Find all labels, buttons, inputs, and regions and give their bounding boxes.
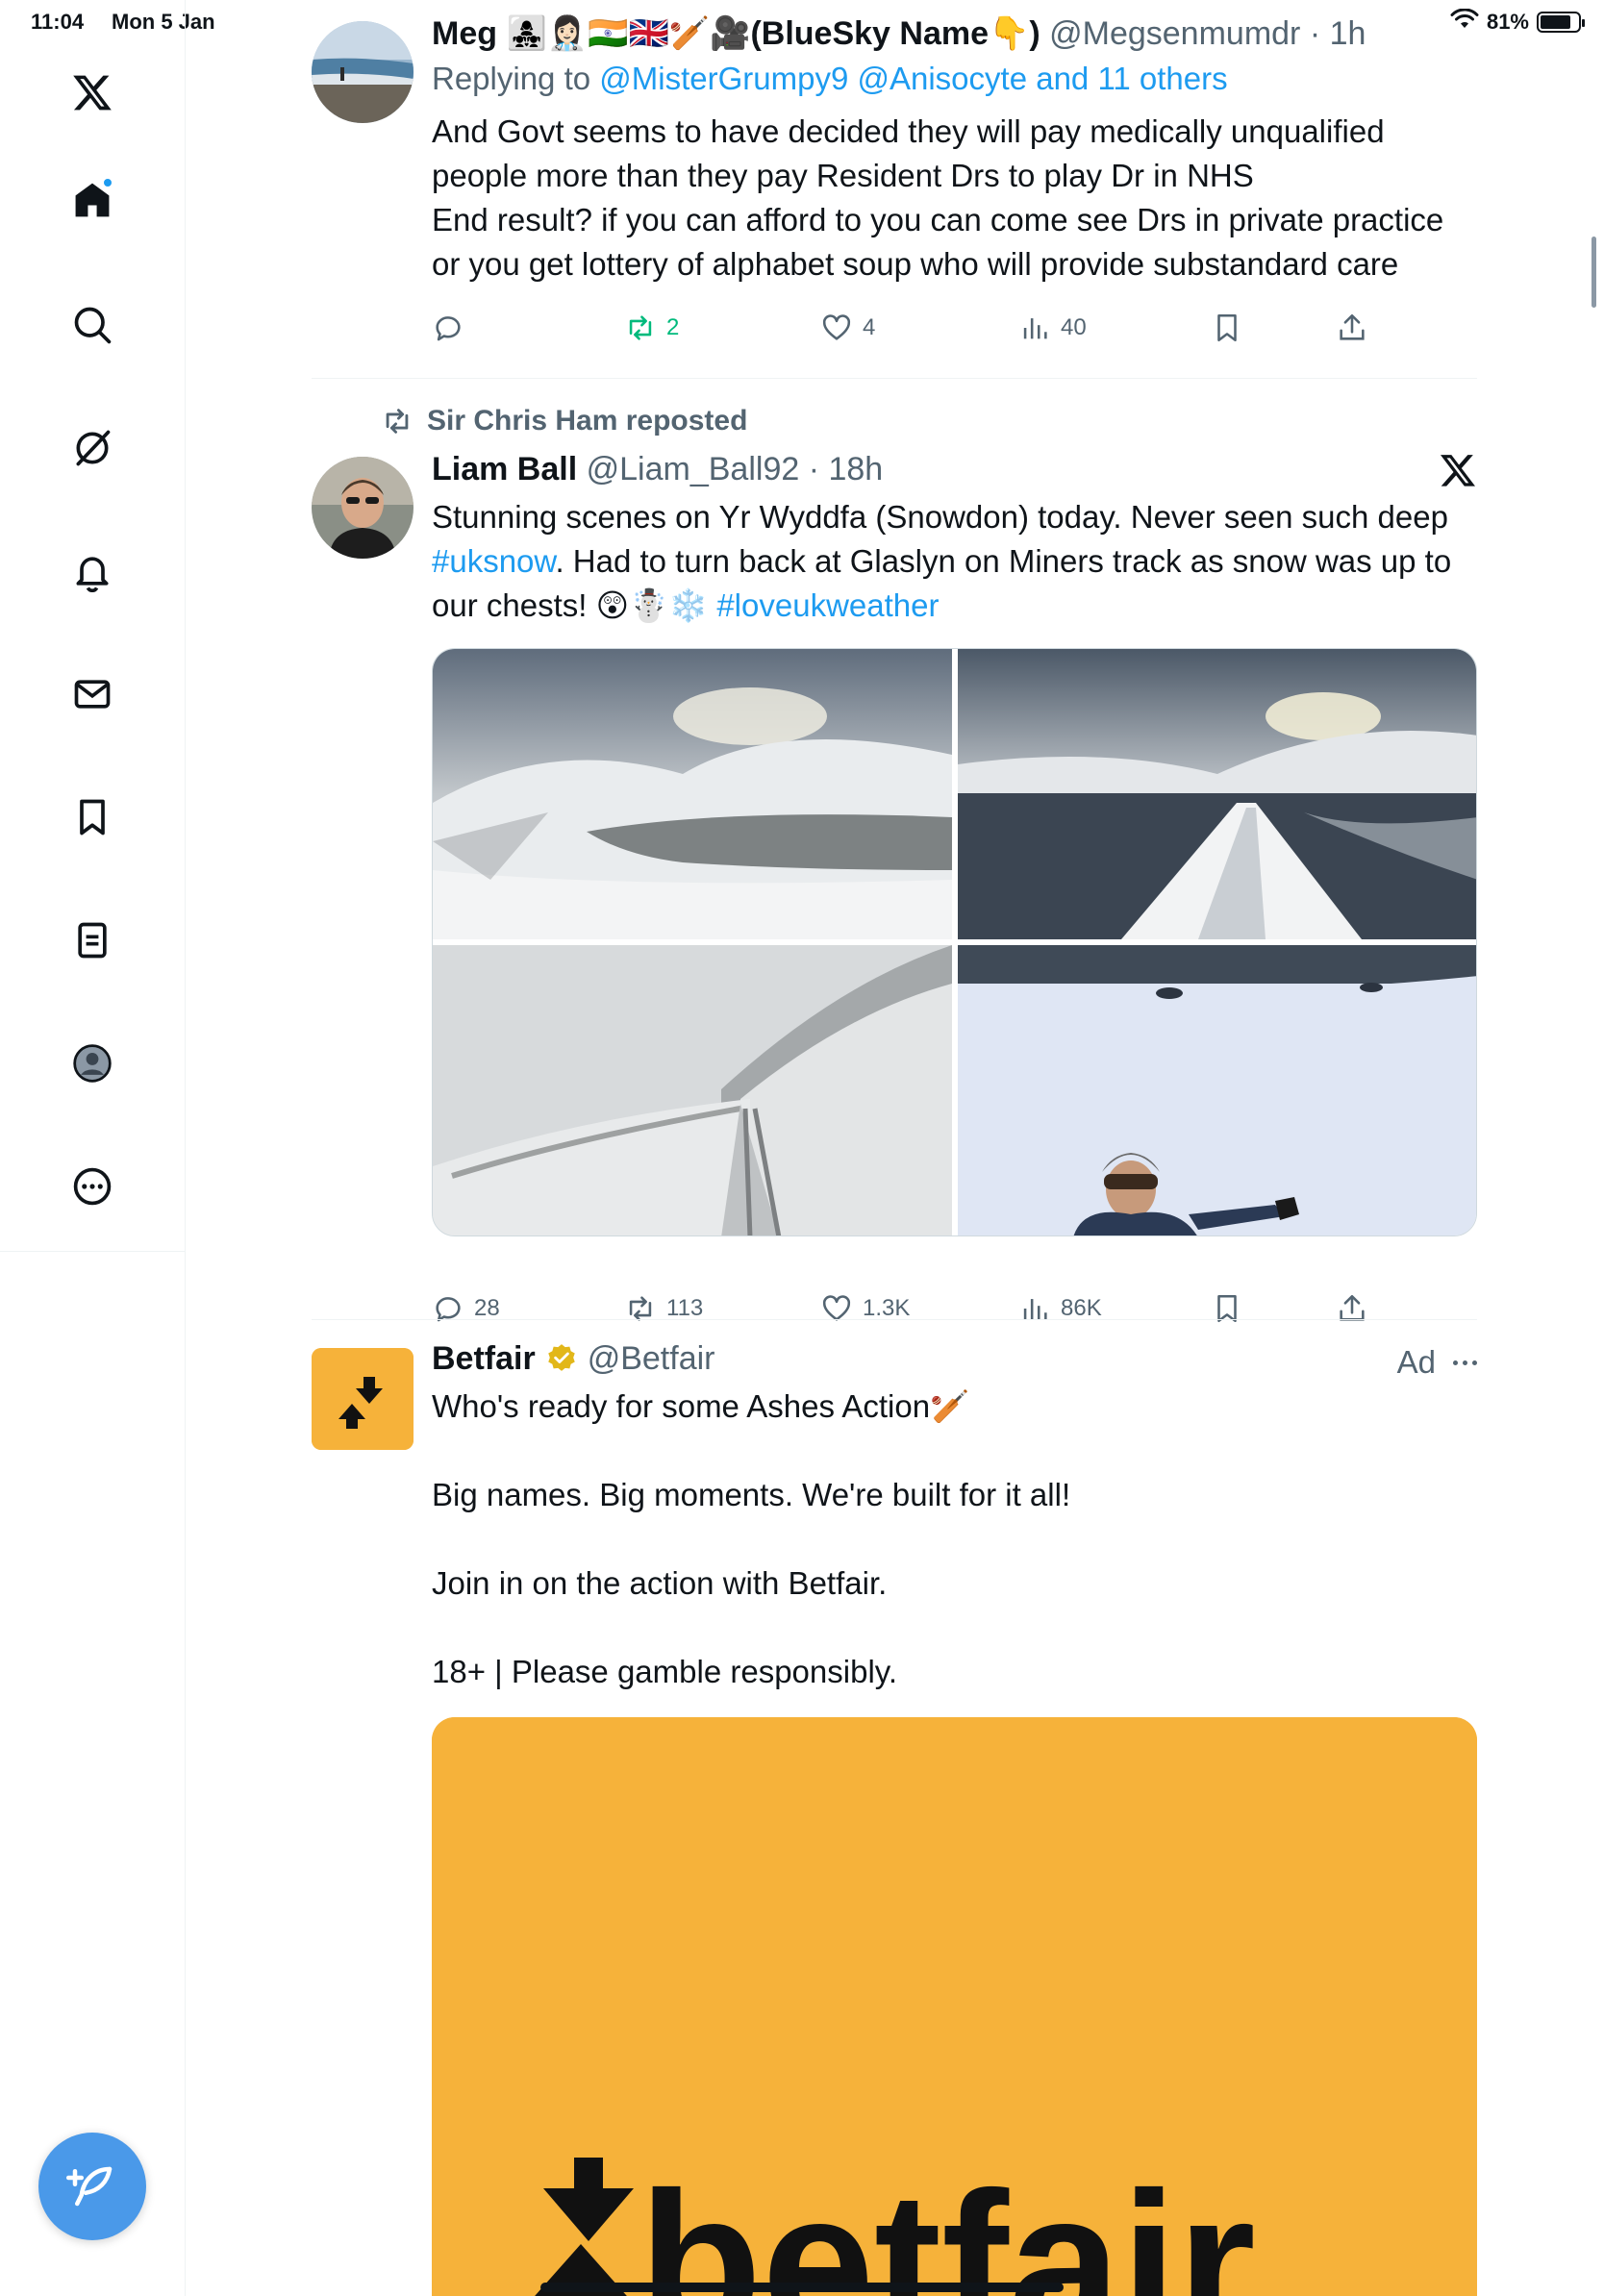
verified-badge-icon	[547, 1344, 575, 1371]
hashtag-link[interactable]: #uksnow	[432, 543, 555, 579]
views-button[interactable]: 40	[1018, 312, 1087, 344]
sidebar-nav	[0, 0, 186, 1252]
ad-text-line: Join in on the action with Betfair.	[432, 1565, 888, 1601]
reply-button[interactable]	[432, 312, 474, 344]
more-options-icon[interactable]	[1453, 1360, 1477, 1365]
avatar[interactable]	[312, 21, 414, 123]
x-logo-icon[interactable]	[63, 63, 121, 121]
betfair-logo	[312, 1348, 414, 1450]
tweet-text-segment: . Had to turn back at Glaslyn on Miners …	[432, 543, 1452, 623]
reply-count: 28	[474, 1295, 500, 1321]
more-icon[interactable]	[63, 1158, 121, 1215]
author-name[interactable]: Betfair	[432, 1338, 536, 1379]
replying-to: Replying to @MisterGrumpy9 @Anisocyte an…	[432, 58, 1477, 100]
like-count: 4	[863, 314, 876, 340]
ad-text-line: Big names. Big moments. We're built for …	[432, 1477, 1071, 1512]
views-icon	[1023, 318, 1047, 339]
ad-text-line: Who's ready for some Ashes Action🏏	[432, 1388, 970, 1424]
snow-road-photo[interactable]	[433, 945, 952, 1235]
share-icon	[1340, 313, 1365, 340]
author-name[interactable]: Liam Ball	[432, 451, 577, 487]
home-indicator[interactable]	[540, 2283, 1064, 2292]
author-handle[interactable]: @Betfair	[588, 1338, 715, 1379]
tweet-actions: 2 4 40	[432, 312, 1374, 354]
betfair-wordmark-logo: betfair	[432, 1717, 1477, 2296]
bookmark-button[interactable]	[1211, 312, 1243, 344]
scrollbar-thumb[interactable]	[1591, 237, 1596, 308]
tweet-betfair-ad[interactable]: Betfair @Betfair Who's ready for some As…	[312, 1321, 1477, 2296]
avatar[interactable]	[312, 457, 414, 559]
battery-icon	[1537, 12, 1585, 33]
replying-handles[interactable]: @MisterGrumpy9 @Anisocyte and 11 others	[599, 61, 1227, 96]
author-name[interactable]: Meg 👩‍👧‍👧👩🏻‍⚕️🇮🇳🇬🇧🏏🎥(BlueSky Name👇)	[432, 15, 1040, 52]
repost-label: Sir Chris Ham reposted	[427, 405, 748, 437]
hashtag-link[interactable]: #loveukweather	[716, 587, 939, 623]
bookmarks-icon[interactable]	[63, 788, 121, 846]
repost-count: 113	[666, 1295, 704, 1321]
snow-causeway-photo[interactable]	[958, 649, 1476, 939]
tweet-text: Stunning scenes on Yr Wyddfa (Snowdon) t…	[432, 495, 1477, 628]
notification-dot	[102, 177, 113, 188]
repost-button[interactable]: 2	[624, 312, 679, 344]
repost-icon	[386, 409, 409, 434]
bookmark-icon	[1217, 313, 1237, 342]
tweet-text: And Govt seems to have decided they will…	[432, 113, 1444, 282]
tweet-text: Who's ready for some Ashes Action🏏 Big n…	[432, 1385, 1477, 1694]
lists-icon[interactable]	[63, 911, 121, 969]
compose-button[interactable]	[38, 2133, 146, 2240]
repost-count: 2	[666, 314, 680, 340]
views-count: 86K	[1061, 1295, 1102, 1321]
tweet-time[interactable]: · 1h	[1310, 15, 1366, 52]
ad-label-area: Ad	[1397, 1344, 1477, 1381]
sidebar-rail	[185, 1252, 186, 2296]
snow-lake-photo[interactable]	[433, 649, 952, 939]
ad-text-line: 18+ | Please gamble responsibly.	[432, 1654, 897, 1689]
tweet-time[interactable]: · 18h	[809, 451, 884, 487]
grok-icon[interactable]	[63, 419, 121, 477]
heart-icon	[822, 314, 851, 340]
home-icon[interactable]	[63, 171, 121, 229]
media-grid	[432, 648, 1477, 1236]
compose-icon	[66, 2166, 113, 2207]
views-count: 40	[1061, 314, 1087, 340]
tweet-divider	[312, 1319, 1477, 1320]
ad-media-card[interactable]: betfair	[432, 1717, 1477, 2296]
repost-context[interactable]: Sir Chris Ham reposted	[381, 405, 747, 437]
messages-icon[interactable]	[63, 665, 121, 723]
profile-icon[interactable]	[63, 1035, 121, 1092]
x-logo-icon	[1439, 451, 1477, 489]
search-icon[interactable]	[63, 296, 121, 354]
tweet-meg[interactable]: Meg 👩‍👧‍👧👩🏻‍⚕️🇮🇳🇬🇧🏏🎥(BlueSky Name👇) @Meg…	[312, 0, 1477, 380]
repost-icon	[629, 315, 652, 340]
reply-icon	[436, 316, 461, 341]
card-wordmark: betfair	[639, 2150, 1256, 2296]
battery-percent: 81%	[1486, 10, 1529, 34]
ad-label: Ad	[1396, 1344, 1436, 1380]
snow-hiker-photo[interactable]	[958, 945, 1476, 1235]
tweet-liam-ball[interactable]: Sir Chris Ham reposted Liam Ball @Liam_B…	[312, 380, 1477, 1323]
tweet-divider	[312, 378, 1477, 379]
tweet-text-segment: Stunning scenes on Yr Wyddfa (Snowdon) t…	[432, 499, 1448, 535]
author-handle[interactable]: @Liam_Ball92	[587, 451, 800, 487]
avatar[interactable]	[312, 1348, 414, 1450]
notifications-icon[interactable]	[63, 542, 121, 600]
like-button[interactable]: 4	[820, 312, 875, 344]
replying-label: Replying to	[432, 61, 591, 96]
share-button[interactable]	[1336, 312, 1368, 344]
like-count: 1.3K	[863, 1295, 911, 1321]
author-handle[interactable]: @Megsenmumdr	[1049, 15, 1300, 52]
